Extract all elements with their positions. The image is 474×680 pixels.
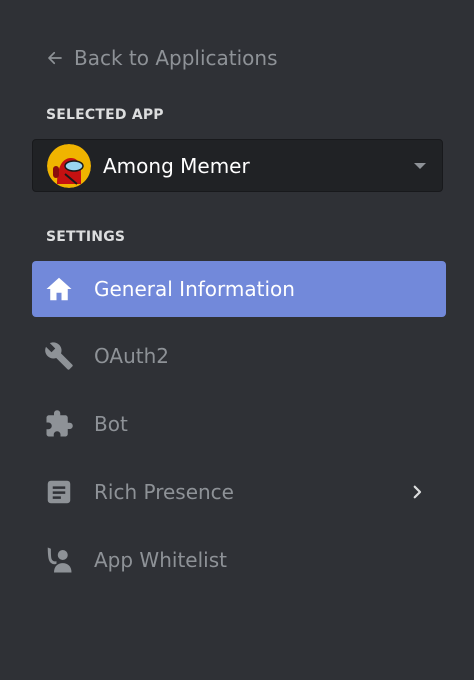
nav-item-bot[interactable]: Bot <box>32 396 446 452</box>
back-to-applications-link[interactable]: Back to Applications <box>46 44 278 72</box>
back-link-label: Back to Applications <box>74 46 278 70</box>
nav-item-label: App Whitelist <box>94 548 227 572</box>
document-icon <box>44 477 74 507</box>
puzzle-icon <box>44 409 74 439</box>
settings-heading: SETTINGS <box>46 229 126 245</box>
nav-item-label: Rich Presence <box>94 480 234 504</box>
wrench-icon <box>44 341 74 371</box>
nav-item-app-whitelist[interactable]: App Whitelist <box>32 532 446 588</box>
chevron-right-icon <box>413 485 422 499</box>
app-avatar <box>47 143 91 188</box>
nav-item-general-information[interactable]: General Information <box>32 261 446 317</box>
selected-app-name: Among Memer <box>103 153 250 178</box>
app-selector-dropdown[interactable]: Among Memer <box>32 139 443 192</box>
selected-app-heading: SELECTED APP <box>46 107 164 123</box>
nav-item-label: Bot <box>94 412 128 436</box>
home-icon <box>44 274 74 304</box>
nav-item-label: OAuth2 <box>94 344 169 368</box>
nav-item-oauth2[interactable]: OAuth2 <box>32 328 446 384</box>
arrow-left-icon <box>48 51 62 65</box>
nav-item-rich-presence[interactable]: Rich Presence <box>32 464 446 520</box>
chevron-down-icon <box>414 162 426 169</box>
user-shield-icon <box>44 545 74 575</box>
nav-item-label: General Information <box>94 277 295 301</box>
